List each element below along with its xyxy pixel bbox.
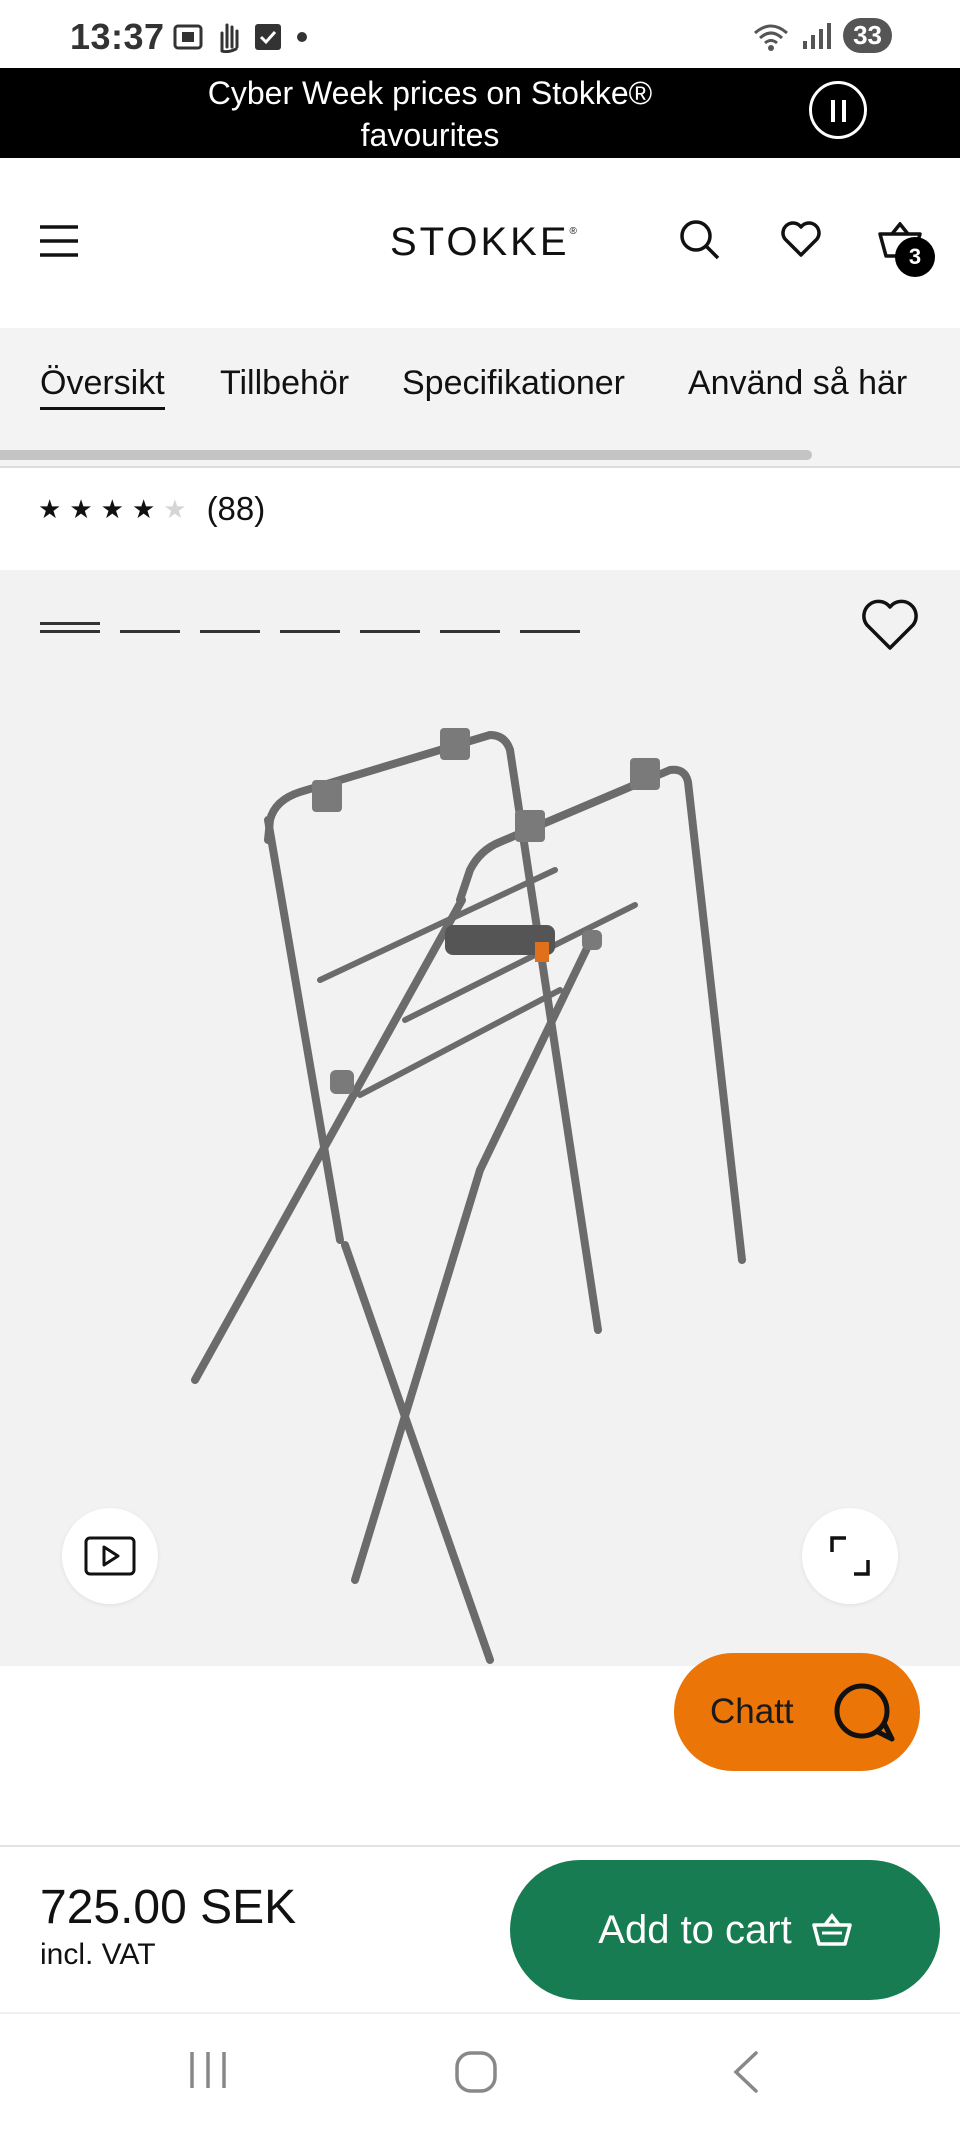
tab-scrollbar[interactable] [0, 450, 812, 460]
purchase-bar-divider [0, 1845, 960, 1847]
brand-mark: ® [569, 226, 580, 237]
tab-oversikt[interactable]: Översikt [40, 364, 165, 410]
recent-apps-icon[interactable] [186, 2050, 230, 2090]
home-icon[interactable] [454, 2050, 498, 2094]
back-icon[interactable] [730, 2050, 762, 2094]
status-icons-left [172, 20, 312, 54]
hand-icon [220, 23, 239, 53]
status-icons-right: 33 [751, 18, 892, 53]
brand-name: STOKKE [390, 220, 570, 264]
slide-indicator-active-line [40, 630, 100, 633]
status-bar: 13:37 33 [0, 0, 960, 68]
product-rating[interactable]: ★ ★ ★ ★ ★ (88) [38, 490, 265, 528]
play-video-button[interactable] [62, 1508, 158, 1604]
screenshot-icon [173, 24, 203, 50]
star-icon: ★ [69, 493, 93, 524]
chat-button[interactable]: Chatt [674, 1653, 920, 1771]
check-icon [255, 24, 281, 50]
star-empty-icon: ★ [163, 493, 187, 524]
star-icon: ★ [100, 493, 124, 524]
star-icon: ★ [38, 493, 62, 524]
vat-note: incl. VAT [40, 1938, 156, 1971]
slide-indicator[interactable] [280, 630, 340, 633]
slide-indicator-active[interactable] [40, 622, 100, 625]
slide-indicator[interactable] [440, 630, 500, 633]
wifi-icon [754, 24, 789, 51]
chat-label: Chatt [710, 1692, 794, 1731]
review-count: (88) [206, 490, 266, 527]
tab-specifikationer[interactable]: Specifikationer [402, 364, 625, 403]
search-icon[interactable] [678, 218, 722, 262]
pause-button[interactable] [809, 81, 867, 139]
battery-indicator: 33 [843, 18, 892, 53]
expand-icon [830, 1536, 870, 1576]
favorite-heart-icon[interactable] [860, 598, 920, 652]
star-icon: ★ [131, 493, 156, 524]
slide-indicator[interactable] [520, 630, 580, 633]
play-icon [84, 1536, 136, 1576]
fullscreen-button[interactable] [802, 1508, 898, 1604]
wishlist-heart-icon[interactable] [780, 220, 822, 258]
cart-count-badge: 3 [895, 237, 935, 277]
chat-bubble-icon [834, 1683, 895, 1742]
dot-icon [297, 32, 307, 42]
add-to-cart-button[interactable]: Add to cart [510, 1860, 940, 2000]
tab-anvand-sa-har[interactable]: Använd så här [688, 364, 907, 403]
product-image [191, 728, 746, 1664]
promo-text: Cyber Week prices on Stokke® favourites [207, 75, 653, 153]
product-gallery[interactable] [0, 570, 960, 1666]
slide-indicator[interactable] [360, 630, 420, 633]
signal-icon [803, 22, 832, 49]
product-price: 725.00 SEK [40, 1881, 297, 1934]
status-time: 13:37 [70, 16, 165, 57]
system-nav-bar [0, 2014, 960, 2133]
slide-indicator[interactable] [120, 630, 180, 633]
tab-tillbehor[interactable]: Tillbehör [220, 364, 349, 403]
add-to-cart-label: Add to cart [598, 1907, 792, 1952]
slide-indicator[interactable] [200, 630, 260, 633]
basket-icon [811, 1913, 852, 1946]
menu-icon[interactable] [38, 224, 82, 258]
brand-logo[interactable]: STOKKE® [390, 220, 580, 265]
tab-divider [0, 466, 960, 468]
